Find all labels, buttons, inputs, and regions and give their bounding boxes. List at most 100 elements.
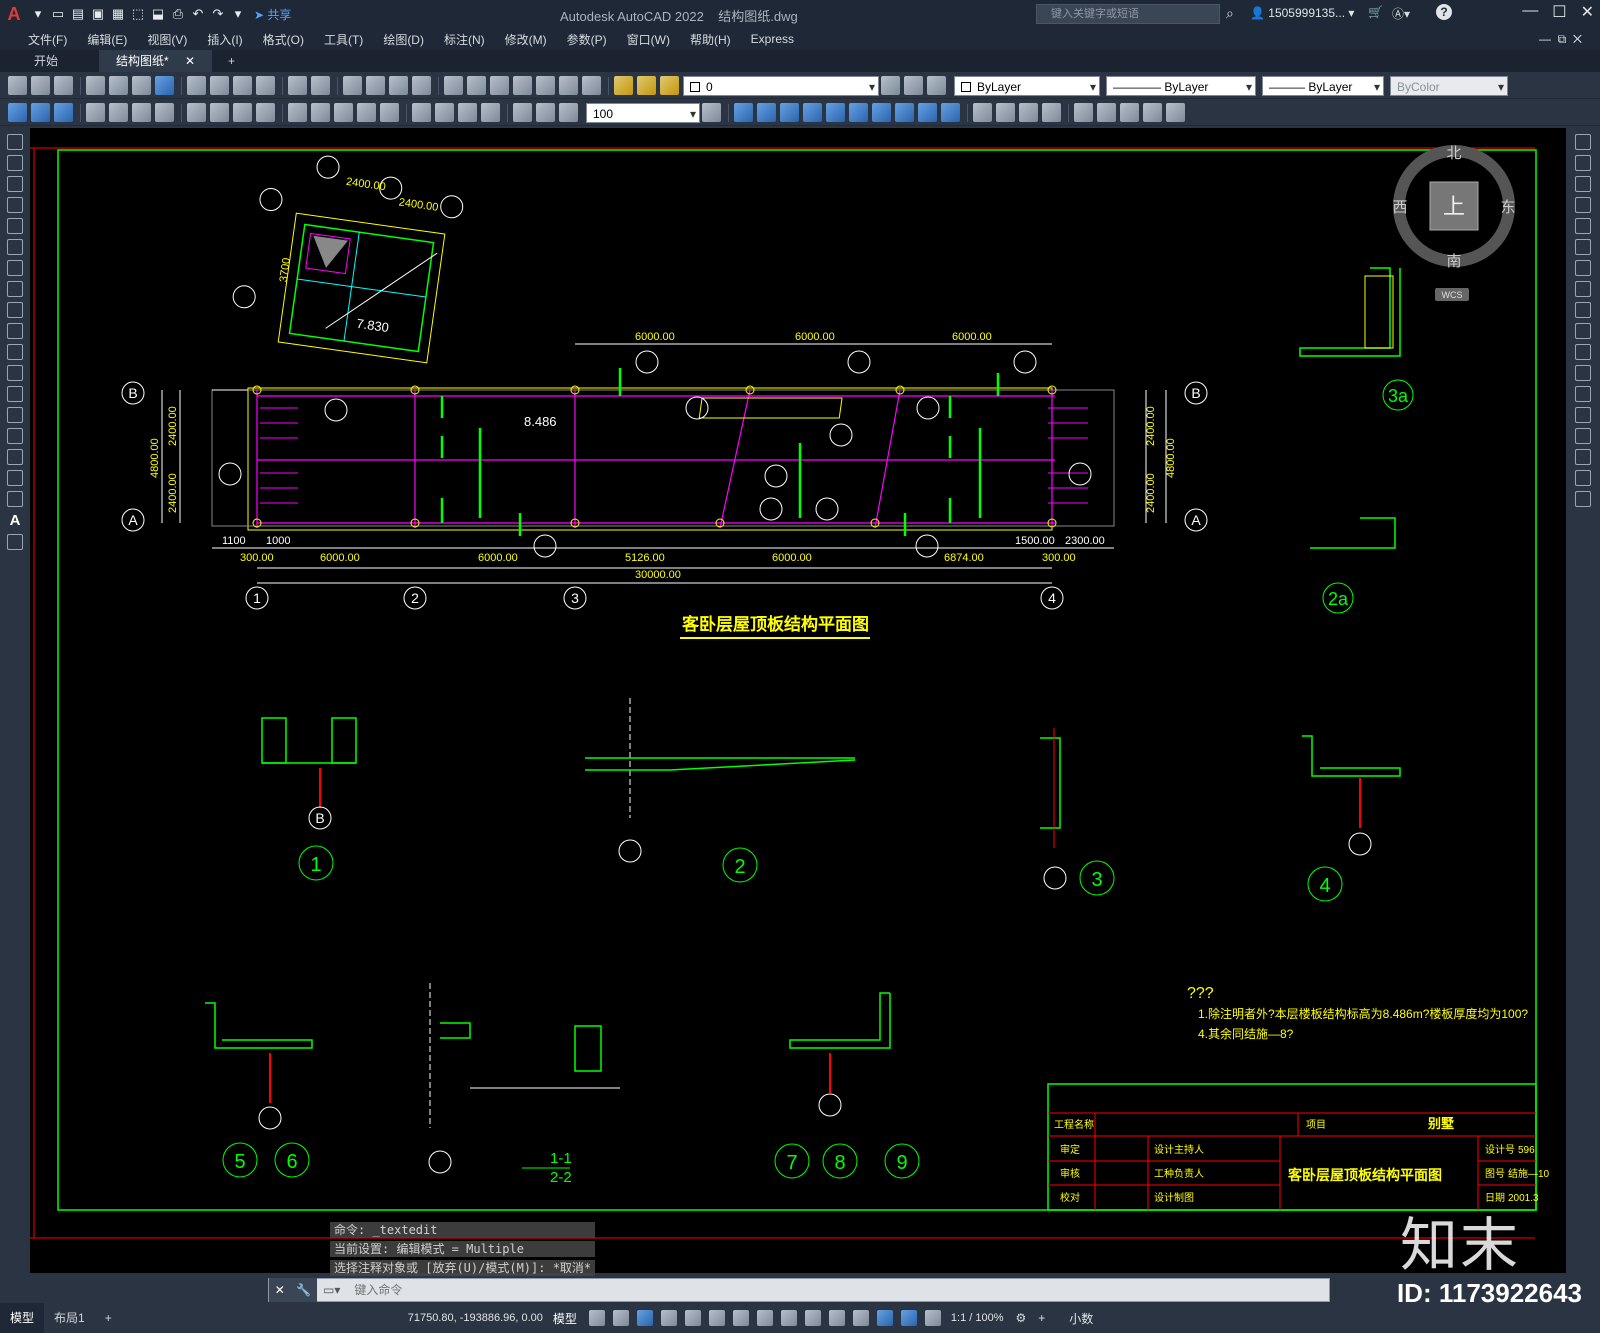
auto-scale-icon[interactable]	[924, 1310, 941, 1326]
open-icon[interactable]: ▤	[68, 4, 88, 24]
zoom-window-icon[interactable]	[389, 76, 408, 95]
region-icon[interactable]	[7, 470, 23, 486]
selection-cycling-icon[interactable]	[780, 1310, 797, 1326]
layer-previous-icon[interactable]	[927, 76, 946, 95]
search-input[interactable]: 键入关键字或短语	[1036, 4, 1220, 24]
blend-icon[interactable]	[1575, 470, 1591, 486]
layer-state-icon[interactable]	[614, 76, 633, 95]
visual-style3-icon[interactable]	[1019, 103, 1038, 122]
break-point-icon[interactable]	[1575, 365, 1591, 381]
angular-dim-icon[interactable]	[256, 103, 275, 122]
dim-scale-select[interactable]: 100	[586, 102, 700, 124]
snap-icon[interactable]	[612, 1310, 629, 1326]
menu-dimension[interactable]: 标注(N)	[434, 31, 495, 48]
ucs1-icon[interactable]	[1074, 103, 1093, 122]
menu-draw[interactable]: 绘图(D)	[373, 31, 434, 48]
point-icon[interactable]	[7, 407, 23, 423]
move-icon[interactable]	[1575, 239, 1591, 255]
explode-icon[interactable]	[1575, 491, 1591, 507]
layer-tool-icon[interactable]	[8, 103, 27, 122]
diameter-dim-icon[interactable]	[233, 103, 252, 122]
arc-dim-icon[interactable]	[132, 103, 151, 122]
workspace-gear-icon[interactable]: ⚙	[1016, 1311, 1027, 1325]
autocad-logo-icon[interactable]: A	[0, 2, 28, 26]
extend-icon[interactable]	[1575, 344, 1591, 360]
drawing-canvas[interactable]: 2400.00 2400.00 3700 7.830 6000.00 6000.…	[30, 128, 1566, 1273]
dim-space-icon[interactable]	[357, 103, 376, 122]
menu-parameters[interactable]: 参数(P)	[557, 31, 617, 48]
menu-modify[interactable]: 修改(M)	[495, 31, 557, 48]
fillet-icon[interactable]	[1575, 449, 1591, 465]
add-icon[interactable]: +	[1038, 1311, 1045, 1325]
ucs3-icon[interactable]	[1120, 103, 1139, 122]
spline-icon[interactable]	[7, 302, 23, 318]
menu-format[interactable]: 格式(O)	[253, 31, 314, 48]
model-space-toggle[interactable]: 模型	[553, 1310, 577, 1327]
help-icon[interactable]: ?	[1436, 4, 1452, 20]
lineweight-icon[interactable]	[732, 1310, 749, 1326]
menu-window[interactable]: 窗口(W)	[617, 31, 680, 48]
view-tool7-icon[interactable]	[872, 103, 891, 122]
break-icon[interactable]	[1575, 386, 1591, 402]
annotation-scale[interactable]: 1:1 / 100%	[951, 1312, 1004, 1324]
view-tool1-icon[interactable]	[734, 103, 753, 122]
pan-icon[interactable]	[343, 76, 362, 95]
dim-edit-icon[interactable]	[513, 103, 532, 122]
inspect-icon[interactable]	[458, 103, 477, 122]
gradient-icon[interactable]	[7, 449, 23, 465]
gizmo-icon[interactable]	[876, 1310, 893, 1326]
layer-sun-icon[interactable]	[637, 76, 656, 95]
linetype-select[interactable]: ———— ByLayer	[1106, 75, 1256, 97]
search-icon[interactable]: ⌕	[1226, 5, 1234, 22]
view-tool8-icon[interactable]	[895, 103, 914, 122]
make-current-icon[interactable]	[904, 76, 923, 95]
scale-icon[interactable]	[1575, 281, 1591, 297]
polygon-icon[interactable]	[7, 197, 23, 213]
ellipse-arc-icon[interactable]	[7, 344, 23, 360]
view-tool6-icon[interactable]	[849, 103, 868, 122]
plot-preview-icon[interactable]	[109, 76, 128, 95]
dim-update-icon[interactable]	[559, 103, 578, 122]
line-icon[interactable]	[7, 134, 23, 150]
jogged-dim-icon[interactable]	[210, 103, 229, 122]
3d-osnap-icon[interactable]	[804, 1310, 821, 1326]
coordinates-readout[interactable]: 71750.80, -193886.96, 0.00	[408, 1312, 543, 1324]
undo-icon[interactable]: ↶	[188, 4, 208, 24]
tab-structural-drawing[interactable]: 结构图纸* ✕	[100, 50, 212, 72]
copy-icon[interactable]	[210, 76, 229, 95]
ucs2-icon[interactable]	[1097, 103, 1116, 122]
erase-icon[interactable]	[1575, 134, 1591, 150]
menu-express[interactable]: Express	[741, 32, 804, 46]
ucs4-icon[interactable]	[1143, 103, 1162, 122]
view-tool10-icon[interactable]	[941, 103, 960, 122]
tab-layout1[interactable]: 布局1	[44, 1303, 95, 1333]
layer-tool2-icon[interactable]	[31, 103, 50, 122]
insert-block-icon[interactable]	[7, 365, 23, 381]
layer-tool3-icon[interactable]	[54, 103, 73, 122]
plot-icon[interactable]: ⎙	[168, 4, 188, 24]
design-center-icon[interactable]	[467, 76, 486, 95]
tool-palettes-icon[interactable]	[490, 76, 509, 95]
help-icon[interactable]	[582, 76, 601, 95]
radius-dim-icon[interactable]	[187, 103, 206, 122]
hatch-icon[interactable]	[7, 428, 23, 444]
layer-manager-icon[interactable]	[881, 76, 900, 95]
web-save-icon[interactable]: ⬓	[148, 4, 168, 24]
tolerance-icon[interactable]	[412, 103, 431, 122]
ucs5-icon[interactable]	[1166, 103, 1185, 122]
match-properties-icon[interactable]	[256, 76, 275, 95]
grid-icon[interactable]	[588, 1310, 605, 1326]
close-icon[interactable]: ✕	[1581, 2, 1594, 22]
aligned-dim-icon[interactable]	[109, 103, 128, 122]
new-tab-button[interactable]: +	[212, 50, 251, 72]
new-icon[interactable]	[8, 76, 27, 95]
lineweight-select[interactable]: ——— ByLayer	[1262, 75, 1384, 97]
menu-help[interactable]: 帮助(H)	[680, 31, 741, 48]
center-mark-icon[interactable]	[435, 103, 454, 122]
selection-filter-icon[interactable]	[852, 1310, 869, 1326]
ortho-icon[interactable]	[636, 1310, 653, 1326]
ellipse-icon[interactable]	[7, 323, 23, 339]
dim-style-icon[interactable]	[702, 103, 721, 122]
paste-icon[interactable]	[233, 76, 252, 95]
undo-icon[interactable]	[288, 76, 307, 95]
